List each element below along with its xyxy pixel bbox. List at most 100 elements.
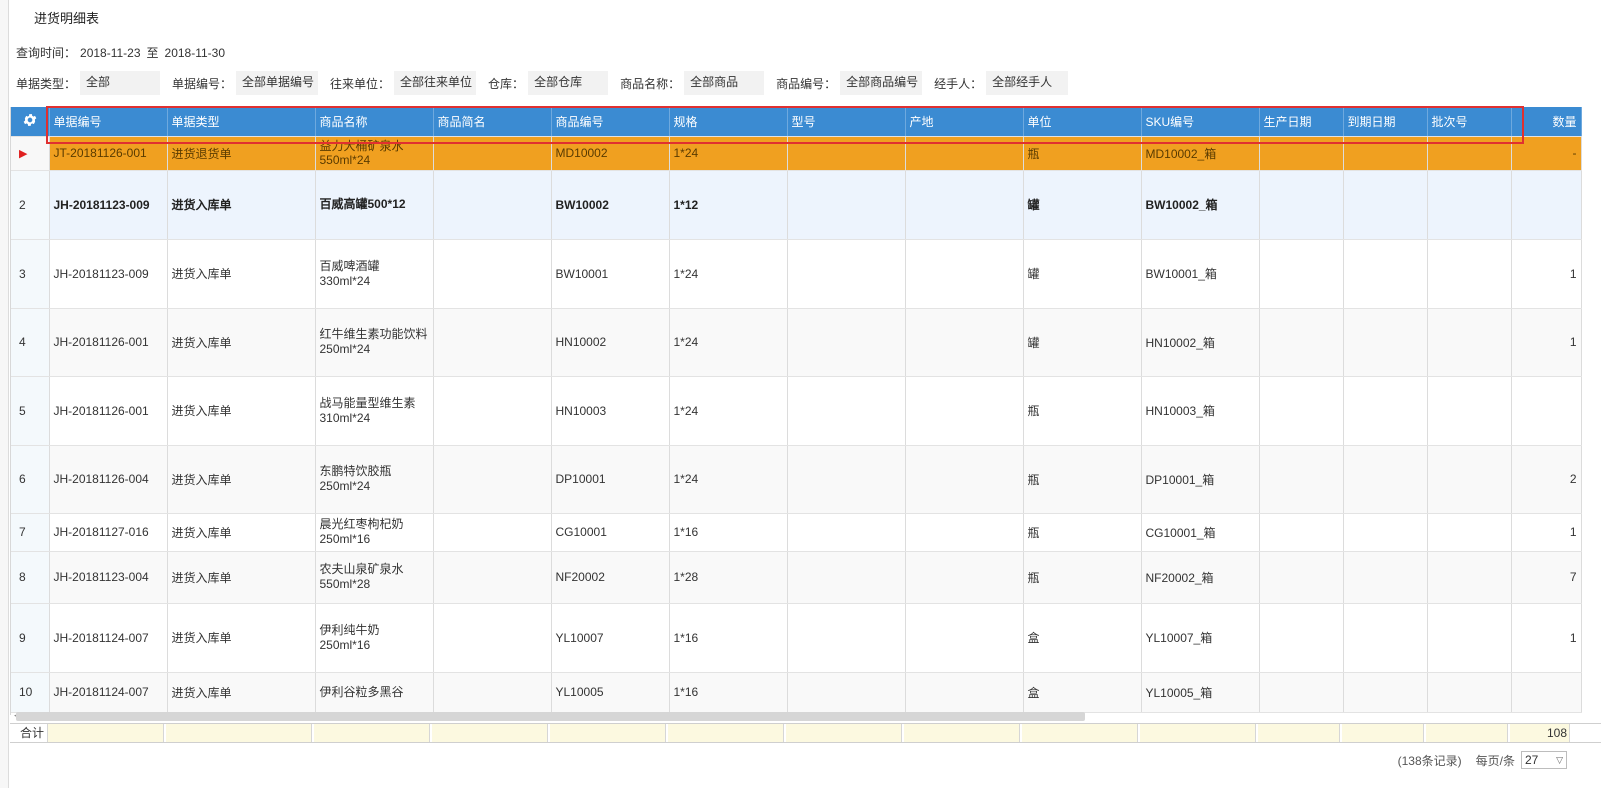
cell-unit[interactable]: 罐 — [1023, 308, 1142, 377]
cell-spec[interactable]: 1*16 — [669, 672, 788, 713]
row-number[interactable]: 8 — [11, 551, 50, 604]
cell-qty[interactable]: 7 — [1511, 551, 1582, 604]
cell-exp-date[interactable] — [1343, 239, 1428, 309]
cell-batch[interactable] — [1427, 239, 1512, 309]
cell-spec[interactable]: 1*24 — [669, 136, 788, 171]
cell-origin[interactable] — [905, 376, 1024, 446]
cell-short-name[interactable] — [433, 136, 552, 171]
table-row[interactable]: 6 JH-20181126-004 进货入库单 东鹏特饮胶瓶 250ml*24 DP100… — [11, 445, 1582, 514]
cell-spec[interactable]: 1*16 — [669, 603, 788, 673]
filter-partner-select[interactable]: 全部往来单位 — [394, 71, 477, 95]
cell-doc-type[interactable]: 进货入库单 — [167, 603, 316, 673]
column-header[interactable]: 规格 — [669, 107, 788, 137]
cell-doc-no[interactable]: JH-20181123-009 — [49, 170, 168, 240]
cell-product-code[interactable]: BW10001 — [551, 239, 670, 309]
cell-product-name[interactable]: 红牛维生素功能饮料 250ml*24 — [315, 308, 434, 377]
cell-origin[interactable] — [905, 136, 1024, 171]
cell-sku[interactable]: HN10002_箱 — [1141, 308, 1260, 377]
column-header[interactable]: 商品编号 — [551, 107, 670, 137]
cell-qty[interactable] — [1511, 170, 1582, 240]
cell-doc-no[interactable]: JH-20181123-004 — [49, 551, 168, 604]
table-row[interactable]: 5 JH-20181126-001 进货入库单 战马能量型维生素 310ml*24 HN1… — [11, 376, 1582, 446]
cell-doc-no[interactable]: JH-20181126-001 — [49, 308, 168, 377]
cell-qty[interactable]: 1 — [1511, 239, 1582, 309]
column-settings-button[interactable] — [11, 107, 50, 137]
row-number[interactable]: 7 — [11, 513, 50, 552]
cell-mfg-date[interactable] — [1259, 308, 1344, 377]
filter-doc-type-select[interactable]: 全部 — [80, 71, 161, 95]
cell-mfg-date[interactable] — [1259, 445, 1344, 514]
row-number[interactable]: 10 — [11, 672, 50, 713]
cell-product-code[interactable]: HN10002 — [551, 308, 670, 377]
cell-product-code[interactable]: HN10003 — [551, 376, 670, 446]
column-header[interactable]: 到期日期 — [1343, 107, 1428, 137]
cell-doc-type[interactable]: 进货入库单 — [167, 376, 316, 446]
table-row[interactable]: 3 JH-20181123-009 进货入库单 百威啤酒罐 330ml*24 BW1000… — [11, 239, 1582, 309]
cell-model[interactable] — [787, 603, 906, 673]
row-number[interactable]: 9 — [11, 603, 50, 673]
cell-product-code[interactable]: DP10001 — [551, 445, 670, 514]
cell-unit[interactable]: 瓶 — [1023, 136, 1142, 171]
cell-unit[interactable]: 罐 — [1023, 170, 1142, 240]
cell-doc-type[interactable]: 进货入库单 — [167, 672, 316, 713]
cell-spec[interactable]: 1*24 — [669, 445, 788, 514]
cell-exp-date[interactable] — [1343, 376, 1428, 446]
column-header[interactable]: 产地 — [905, 107, 1024, 137]
row-number[interactable]: ▶ — [11, 136, 50, 171]
cell-sku[interactable]: YL10007_箱 — [1141, 603, 1260, 673]
column-header[interactable]: 数量 — [1511, 107, 1582, 137]
cell-product-name[interactable]: 益力大桶矿泉水 550ml*24 — [315, 136, 434, 171]
cell-doc-type[interactable]: 进货入库单 — [167, 170, 316, 240]
cell-mfg-date[interactable] — [1259, 239, 1344, 309]
cell-sku[interactable]: NF20002_箱 — [1141, 551, 1260, 604]
column-header[interactable]: 单据编号 — [49, 107, 168, 137]
cell-unit[interactable]: 盒 — [1023, 672, 1142, 713]
cell-model[interactable] — [787, 551, 906, 604]
cell-model[interactable] — [787, 170, 906, 240]
cell-doc-type[interactable]: 进货入库单 — [167, 513, 316, 552]
cell-product-name[interactable]: 农夫山泉矿泉水 550ml*28 — [315, 551, 434, 604]
horizontal-scrollbar[interactable] — [16, 712, 1085, 721]
cell-batch[interactable] — [1427, 513, 1512, 552]
cell-doc-type[interactable]: 进货退货单 — [167, 136, 316, 171]
cell-doc-no[interactable]: JH-20181124-007 — [49, 603, 168, 673]
cell-sku[interactable]: HN10003_箱 — [1141, 376, 1260, 446]
cell-short-name[interactable] — [433, 603, 552, 673]
cell-sku[interactable]: BW10002_箱 — [1141, 170, 1260, 240]
query-date-from[interactable]: 2018-11-23 — [80, 46, 141, 60]
cell-exp-date[interactable] — [1343, 603, 1428, 673]
cell-qty[interactable] — [1511, 672, 1582, 713]
cell-model[interactable] — [787, 239, 906, 309]
table-row[interactable]: 2 JH-20181123-009 进货入库单 百威高罐500*12 BW10002 1*… — [11, 170, 1582, 240]
cell-short-name[interactable] — [433, 445, 552, 514]
cell-spec[interactable]: 1*24 — [669, 308, 788, 377]
cell-exp-date[interactable] — [1343, 513, 1428, 552]
column-header[interactable]: 批次号 — [1427, 107, 1512, 137]
column-header[interactable]: 型号 — [787, 107, 906, 137]
table-row[interactable]: ▶ JT-20181126-001 进货退货单 益力大桶矿泉水 550ml*24 MD10… — [11, 136, 1582, 171]
column-header[interactable]: 单据类型 — [167, 107, 316, 137]
cell-exp-date[interactable] — [1343, 551, 1428, 604]
cell-doc-no[interactable]: JH-20181123-009 — [49, 239, 168, 309]
filter-doc-no-select[interactable]: 全部单据编号 — [236, 71, 319, 95]
cell-doc-no[interactable]: JH-20181126-004 — [49, 445, 168, 514]
cell-model[interactable] — [787, 445, 906, 514]
cell-spec[interactable]: 1*12 — [669, 170, 788, 240]
cell-batch[interactable] — [1427, 376, 1512, 446]
filter-warehouse-select[interactable]: 全部仓库 — [528, 71, 609, 95]
cell-spec[interactable]: 1*24 — [669, 239, 788, 309]
table-row[interactable]: 4 JH-20181126-001 进货入库单 红牛维生素功能饮料 250ml*24 HN… — [11, 308, 1582, 377]
cell-unit[interactable]: 盒 — [1023, 603, 1142, 673]
column-header[interactable]: 单位 — [1023, 107, 1142, 137]
table-row[interactable]: 7 JH-20181127-016 进货入库单 晨光红枣枸杞奶 250ml*16 CG10… — [11, 513, 1582, 552]
query-date-to[interactable]: 2018-11-30 — [165, 46, 226, 60]
column-header[interactable]: 商品简名 — [433, 107, 552, 137]
cell-qty[interactable]: 1 — [1511, 308, 1582, 377]
filter-product-code-select[interactable]: 全部商品编号 — [840, 71, 923, 95]
cell-sku[interactable]: CG10001_箱 — [1141, 513, 1260, 552]
cell-spec[interactable]: 1*28 — [669, 551, 788, 604]
cell-product-name[interactable]: 百威啤酒罐 330ml*24 — [315, 239, 434, 309]
cell-product-code[interactable]: MD10002 — [551, 136, 670, 171]
cell-mfg-date[interactable] — [1259, 170, 1344, 240]
cell-spec[interactable]: 1*24 — [669, 376, 788, 446]
